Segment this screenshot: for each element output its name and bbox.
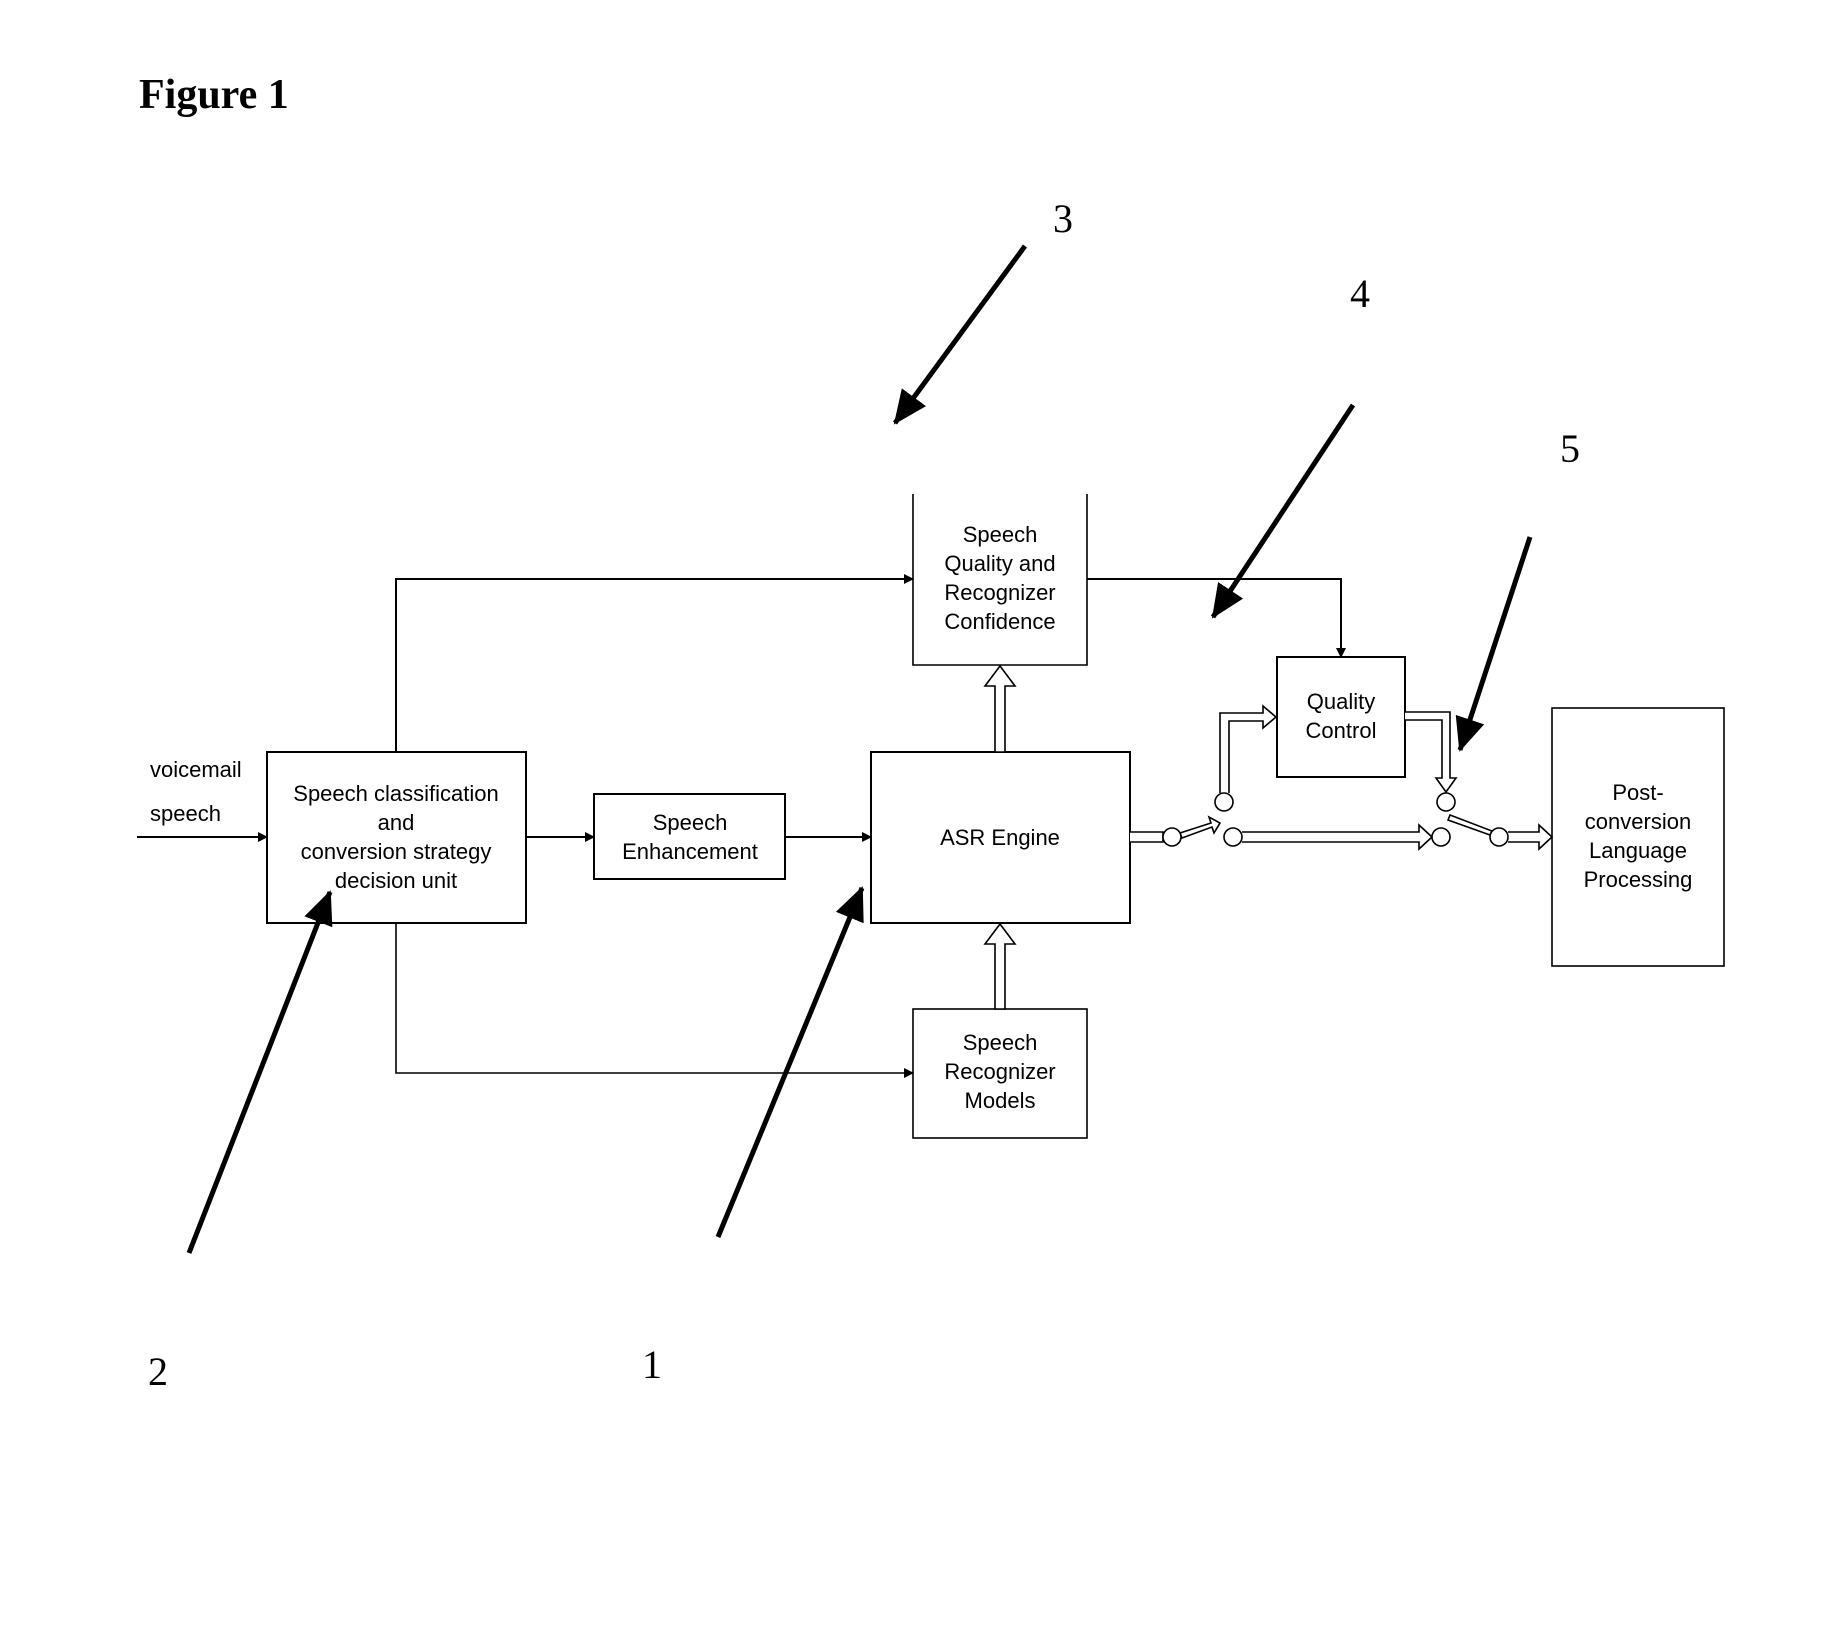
hollow-arrow-to-post [1508, 823, 1554, 851]
figure-title: Figure 1 [139, 72, 289, 118]
switch-contact-left-lower [1223, 827, 1243, 847]
arrow-confidence-to-qc [1087, 578, 1346, 658]
quality-confidence-line-4: Confidence [944, 609, 1055, 634]
pointer-arrow-1 [715, 886, 865, 1238]
quality-confidence-line-1: Speech [963, 522, 1038, 547]
enhancement-line-2: Enhancement [622, 839, 758, 864]
hollow-arrow-to-qc [1219, 704, 1278, 793]
models-line-2: Recognizer [944, 1059, 1055, 1084]
numeral-2: 2 [148, 1349, 168, 1394]
models-block: Speech Recognizer Models [912, 1008, 1088, 1139]
post-line-1: Post- [1612, 780, 1663, 805]
numeral-1: 1 [642, 1342, 662, 1387]
switch-contact-left-upper [1214, 792, 1234, 812]
numeral-4: 4 [1350, 271, 1370, 316]
classification-line-1: Speech classification [293, 781, 498, 806]
classification-line-3: conversion strategy [301, 839, 492, 864]
pointer-arrow-4 [1210, 403, 1356, 619]
classification-line-2: and [378, 810, 415, 835]
quality-confidence-block: Speech Quality and Recognizer Confidence [912, 494, 1088, 666]
arrow-class-to-models [395, 923, 914, 1078]
hollow-arrow-asr-to-confidence [983, 664, 1017, 753]
classification-line-4: decision unit [335, 868, 457, 893]
numeral-5: 5 [1560, 426, 1580, 471]
post-line-4: Processing [1584, 867, 1693, 892]
quality-control-line-2: Control [1306, 718, 1377, 743]
post-line-3: Language [1589, 838, 1687, 863]
post-line-2: conversion [1585, 809, 1691, 834]
quality-control-block: Quality Control [1276, 656, 1406, 778]
models-line-3: Models [965, 1088, 1036, 1113]
diagram-canvas: Figure 1 voicemail speech Speech classif… [137, 72, 1725, 1394]
post-conversion-block: Post- conversion Language Processing [1551, 707, 1725, 967]
hollow-arrow-from-qc [1405, 711, 1458, 794]
arrow-class-to-quality [395, 574, 914, 752]
switch-contact-right-lower [1431, 827, 1451, 847]
switch-pivot-left [1162, 827, 1182, 847]
classification-block: Speech classification and conversion str… [266, 751, 527, 924]
pointer-arrow-3 [892, 244, 1028, 425]
hollow-arrow-models-to-asr [983, 922, 1017, 1010]
pointer-arrow-5 [1455, 536, 1533, 752]
asr-engine-block: ASR Engine [870, 751, 1131, 924]
switch-blade-right [1446, 813, 1494, 836]
input-label-line-2: speech [150, 801, 221, 826]
quality-control-line-1: Quality [1307, 689, 1375, 714]
input-label-line-1: voicemail [150, 757, 242, 782]
models-line-1: Speech [963, 1030, 1038, 1055]
enhancement-line-1: Speech [653, 810, 728, 835]
asr-engine-label: ASR Engine [940, 825, 1060, 850]
hollow-arrow-bypass [1242, 823, 1434, 851]
quality-confidence-line-2: Quality and [944, 551, 1055, 576]
switch-pivot-right [1489, 827, 1509, 847]
hollow-line-asr-to-switch [1130, 831, 1164, 843]
switch-blade-left [1178, 815, 1222, 840]
pointer-arrow-2 [186, 890, 333, 1254]
enhancement-block: Speech Enhancement [593, 793, 786, 880]
quality-confidence-line-3: Recognizer [944, 580, 1055, 605]
switch-contact-right-upper [1436, 792, 1456, 812]
numeral-3: 3 [1053, 196, 1073, 241]
